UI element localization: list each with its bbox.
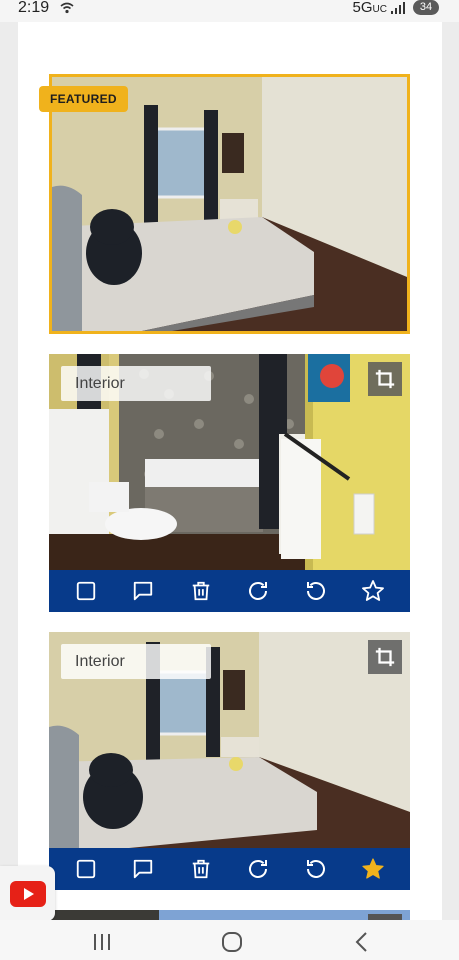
select-checkbox[interactable]: [71, 576, 101, 606]
star-button[interactable]: [358, 576, 388, 606]
system-nav-bar: [0, 920, 459, 960]
network-type: 5GUC: [352, 0, 387, 16]
rotate-left-button[interactable]: [301, 576, 331, 606]
star-button[interactable]: [358, 854, 388, 884]
featured-badge: FEATURED: [39, 86, 128, 112]
comment-icon: [134, 581, 153, 601]
comment-button[interactable]: [128, 854, 158, 884]
rotate-right-button[interactable]: [243, 854, 273, 884]
crop-icon: [375, 647, 395, 667]
delete-button[interactable]: [186, 854, 216, 884]
crop-button[interactable]: [368, 640, 402, 674]
youtube-floating-button[interactable]: [0, 866, 55, 921]
trash-icon: [192, 859, 209, 879]
photo-list[interactable]: FEATURED Interior Interior: [18, 22, 442, 920]
select-checkbox[interactable]: [71, 854, 101, 884]
rotate-left-icon: [306, 860, 325, 878]
photo-tag-label[interactable]: Interior: [61, 366, 211, 401]
battery-indicator: 34: [413, 0, 439, 15]
wifi-icon: [60, 2, 74, 14]
star-icon: [362, 858, 384, 879]
rotate-right-button[interactable]: [243, 576, 273, 606]
photo-card: Interior: [49, 632, 410, 891]
comment-button[interactable]: [128, 576, 158, 606]
checkbox-icon: [76, 581, 95, 601]
star-icon: [362, 580, 385, 601]
crop-icon: [375, 369, 395, 389]
checkbox-icon: [76, 859, 95, 879]
home-icon[interactable]: [220, 932, 244, 952]
status-time: 2:19: [18, 0, 50, 16]
status-bar: 2:19 5GUC 34: [0, 0, 459, 22]
youtube-icon: [9, 880, 46, 907]
photo-tag-label[interactable]: Interior: [61, 644, 211, 679]
rotate-left-button[interactable]: [301, 854, 331, 884]
rotate-right-icon: [249, 582, 268, 600]
signal-icon: [391, 2, 405, 14]
recent-apps-icon[interactable]: [90, 932, 114, 952]
back-icon[interactable]: [350, 932, 374, 952]
crop-button[interactable]: [368, 362, 402, 396]
comment-icon: [134, 859, 153, 879]
photo-card: Interior: [49, 354, 410, 613]
delete-button[interactable]: [186, 576, 216, 606]
photo-image[interactable]: Interior: [49, 354, 410, 570]
photo-preview: [49, 910, 410, 920]
rotate-left-icon: [306, 582, 325, 600]
rotate-right-icon: [249, 860, 268, 878]
photo-card: [49, 910, 410, 920]
photo-image[interactable]: [49, 910, 410, 920]
photo-toolbar: [49, 848, 410, 890]
photo-image[interactable]: Interior: [49, 632, 410, 848]
photo-card: FEATURED: [39, 74, 410, 334]
photo-image[interactable]: [49, 74, 410, 334]
photo-toolbar: [49, 570, 410, 612]
bedroom-photo: [52, 77, 407, 331]
trash-icon: [192, 581, 209, 601]
